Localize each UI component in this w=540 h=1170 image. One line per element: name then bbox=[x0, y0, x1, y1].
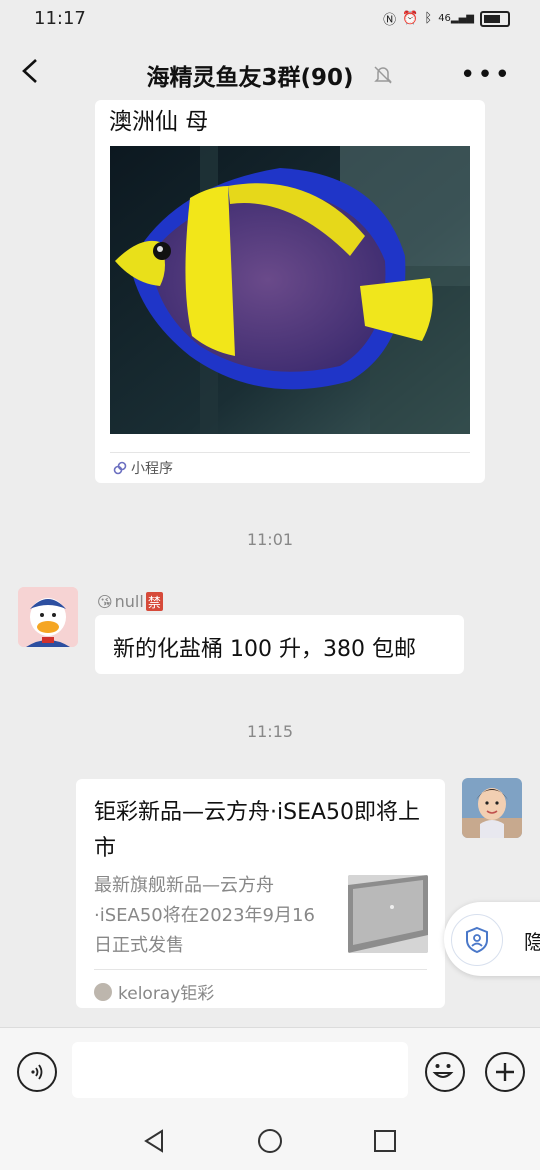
duck-avatar-icon bbox=[18, 587, 78, 647]
chat-title: 海精灵鱼友3群(90) bbox=[146, 65, 354, 91]
nfc-icon: Ⓝ bbox=[383, 13, 397, 28]
sender-name-row: 😘 null 禁 bbox=[97, 592, 163, 611]
status-bar: 11:17 Ⓝ ⏰ ᛒ 46▂▄▆ bbox=[0, 0, 540, 38]
battery-icon bbox=[480, 10, 510, 27]
mini-program-card[interactable]: 澳洲仙 母 小程序 bbox=[95, 100, 485, 483]
avatar[interactable] bbox=[462, 778, 522, 838]
signal-label: 46 bbox=[438, 13, 451, 24]
link-card-title: 钜彩新品—云方舟·iSEA50即将上市 bbox=[94, 800, 421, 861]
avatar[interactable] bbox=[18, 587, 78, 647]
privacy-label: 隐 bbox=[524, 930, 540, 954]
emoji-icon[interactable] bbox=[425, 1052, 465, 1092]
sender-name: null bbox=[114, 592, 144, 611]
timestamp: 11:01 bbox=[246, 530, 294, 549]
add-attachment-icon[interactable] bbox=[485, 1052, 525, 1092]
angelfish-image bbox=[110, 146, 470, 434]
link-card-source: keloray钜彩 bbox=[94, 979, 214, 1004]
girl-avatar-icon bbox=[462, 778, 522, 838]
system-back-icon[interactable] bbox=[142, 1128, 168, 1154]
mini-program-icon bbox=[113, 461, 127, 475]
card-title-fragment: 澳洲仙 母 bbox=[109, 109, 209, 135]
message-input[interactable] bbox=[72, 1042, 408, 1098]
input-bar bbox=[0, 1027, 540, 1113]
system-recents-icon[interactable] bbox=[372, 1128, 398, 1154]
shield-icon bbox=[451, 914, 503, 966]
timestamp: 11:15 bbox=[246, 722, 294, 741]
chat-header: 海精灵鱼友3群(90) ••• bbox=[0, 38, 540, 108]
status-time: 11:17 bbox=[34, 8, 86, 29]
voice-input-icon[interactable] bbox=[17, 1052, 57, 1092]
mini-program-label: 小程序 bbox=[113, 458, 173, 478]
source-name: keloray钜彩 bbox=[118, 984, 215, 1004]
ban-badge: 禁 bbox=[145, 592, 163, 611]
privacy-floating-button[interactable]: 隐 bbox=[444, 902, 540, 976]
aquarium-product-image bbox=[348, 875, 428, 953]
link-card-thumbnail bbox=[348, 875, 428, 953]
source-logo-icon bbox=[94, 982, 112, 1001]
card-divider bbox=[110, 452, 470, 453]
system-navigation-bar bbox=[0, 1112, 540, 1170]
muted-bell-icon bbox=[373, 66, 392, 84]
link-card-description: 最新旗舰新品—云方舟·iSEA50将在2023年9月16日正式发售 bbox=[94, 875, 315, 956]
link-card[interactable]: 钜彩新品—云方舟·iSEA50即将上市 最新旗舰新品—云方舟·iSEA50将在2… bbox=[76, 779, 445, 1008]
status-icons: Ⓝ ⏰ ᛒ 46▂▄▆ bbox=[383, 9, 510, 28]
signal-icon: 46▂▄▆ bbox=[438, 13, 474, 24]
mini-program-text: 小程序 bbox=[131, 461, 173, 477]
kiss-emoji-icon: 😘 bbox=[97, 592, 113, 611]
system-home-icon[interactable] bbox=[257, 1128, 283, 1154]
bluetooth-icon: ᛒ bbox=[424, 11, 433, 26]
more-options-icon[interactable]: ••• bbox=[460, 60, 512, 90]
card-divider bbox=[94, 969, 427, 970]
alarm-icon: ⏰ bbox=[402, 11, 419, 26]
message-text: 新的化盐桶 100 升，380 包邮 bbox=[113, 637, 416, 662]
message-bubble[interactable]: 新的化盐桶 100 升，380 包邮 bbox=[95, 615, 464, 674]
